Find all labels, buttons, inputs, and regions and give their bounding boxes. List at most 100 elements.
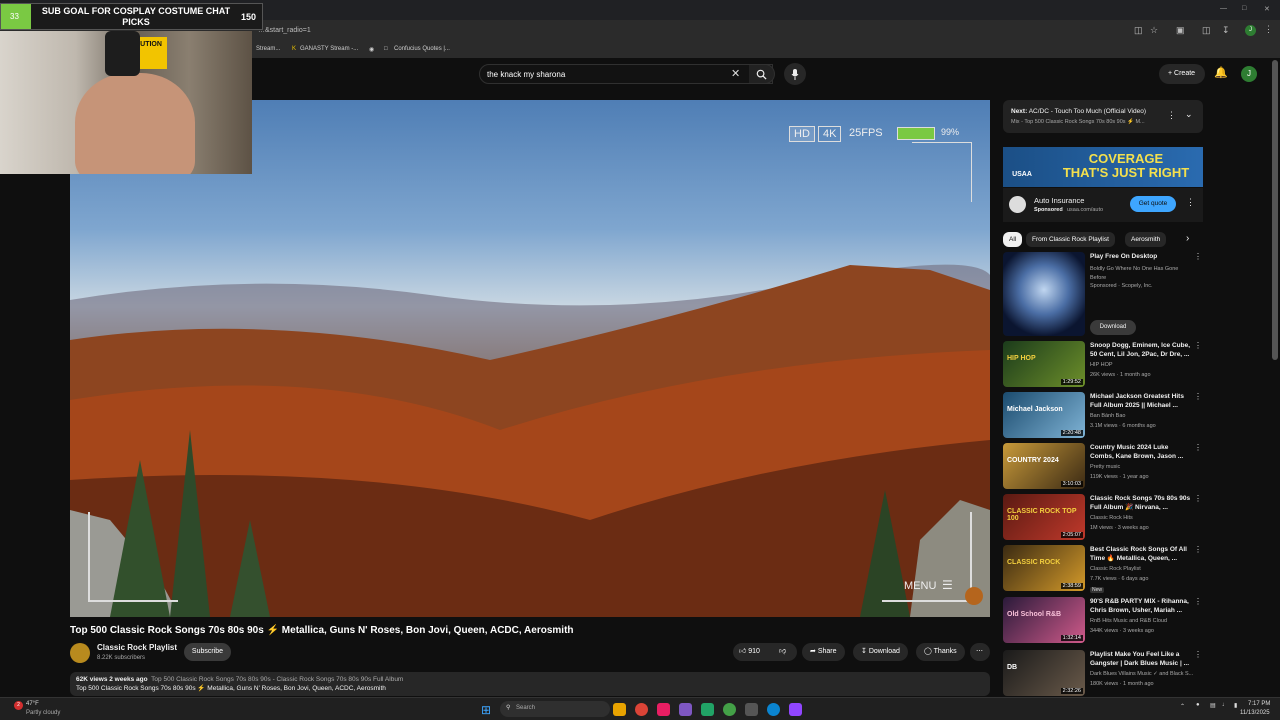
taskbar-search[interactable]: ⚲ Search (500, 701, 610, 717)
weather-temp[interactable]: 47°F (26, 701, 39, 707)
next-up-box[interactable]: Next: AC/DC - Touch Too Much (Official V… (1003, 100, 1203, 133)
more-icon[interactable]: ⋮ (1194, 341, 1202, 350)
app-icon[interactable] (679, 703, 692, 716)
thanks-button[interactable]: ◯ Thanks (916, 643, 965, 661)
duration-badge: 2:05:07 (1060, 532, 1083, 538)
star-icon[interactable]: ☆ (1150, 25, 1158, 36)
list-item[interactable]: Play Free On Desktop Boldly Go Where No … (1003, 252, 1203, 338)
description-box[interactable]: 62K views 2 weeks ago Top 500 Classic Ro… (70, 672, 990, 696)
voice-search-button[interactable] (784, 63, 806, 85)
network-icon[interactable]: ▤ (1210, 702, 1216, 709)
tray-chevron-icon[interactable]: ⌃ (1180, 703, 1185, 710)
list-item[interactable]: COUNTRY 2024 3:10:03 Country Music 2024 Lu… (1003, 443, 1203, 491)
download-button[interactable]: Download (1090, 320, 1136, 335)
video-thumbnail[interactable]: CLASSIC ROCK 2:38:59 (1003, 545, 1085, 591)
bookmark-item[interactable]: GANASTY Stream -... (300, 46, 358, 52)
hud-frame-corner (88, 512, 178, 602)
ad-info[interactable]: Auto Insurance Sponsored usaa.com/auto G… (1003, 188, 1203, 222)
chip-from-channel[interactable]: From Classic Rock Playlist (1026, 232, 1115, 247)
next-label: Next: (1011, 108, 1028, 115)
bookmark-item[interactable]: Stream... (256, 46, 280, 52)
excel-icon[interactable] (701, 703, 714, 716)
ad-banner[interactable]: USAA COVERAGE THAT'S JUST RIGHT (1003, 147, 1203, 187)
chevron-right-icon[interactable]: › (1186, 233, 1189, 244)
list-item[interactable]: CLASSIC ROCK 2:38:59 Best Classic Rock Son… (1003, 545, 1203, 593)
more-icon[interactable]: ⋮ (1194, 597, 1202, 606)
description-line: Top 500 Classic Rock Songs 70s 80s 90s ⚡… (76, 685, 386, 692)
chrome-icon[interactable] (635, 703, 648, 716)
search-button[interactable] (749, 64, 775, 84)
start-icon[interactable]: ⊞ (481, 703, 491, 717)
twitch-icon[interactable] (789, 703, 802, 716)
dislike-button[interactable]: 👎︎ (773, 643, 797, 661)
video-thumbnail[interactable]: CLASSIC ROCK TOP 100 2:05:07 (1003, 494, 1085, 540)
chip-aerosmith[interactable]: Aerosmith (1125, 232, 1167, 247)
video-thumbnail[interactable]: Old School R&B 1:32:14 (1003, 597, 1085, 643)
subscribe-button[interactable]: Subscribe (184, 643, 231, 661)
more-icon[interactable]: ⋮ (1194, 494, 1202, 503)
list-item[interactable]: HIP HOP 1:29:52 Snoop Dogg, Eminem, Ice Cu… (1003, 341, 1203, 389)
volume-icon[interactable]: ♩ (1222, 702, 1228, 708)
video-thumbnail[interactable]: HIP HOP 1:29:52 (1003, 341, 1085, 387)
next-menu-icon[interactable]: ⋮ (1167, 110, 1176, 121)
more-icon[interactable]: ⋮ (1194, 392, 1202, 401)
get-quote-button[interactable]: Get quote (1130, 196, 1176, 212)
channel-watermark[interactable] (965, 587, 983, 605)
more-icon[interactable]: ⋮ (1194, 650, 1202, 659)
rec-channel: RnB Hits Music and R&B Cloud (1090, 618, 1168, 624)
download-button[interactable]: ↧ Download (853, 643, 908, 661)
thumbnail-text: CLASSIC ROCK (1007, 559, 1061, 566)
like-count: 910 (748, 648, 760, 655)
extensions-icon[interactable]: ▣ (1176, 25, 1185, 36)
maximize-icon[interactable]: □ (1242, 5, 1246, 12)
search-input[interactable]: the knack my sharona (479, 64, 773, 84)
rec-channel: Classic Rock Hits (1090, 515, 1133, 521)
app-icon[interactable] (723, 703, 736, 716)
account-avatar[interactable]: J (1241, 66, 1257, 82)
battery-tray-icon[interactable]: ▮ (1234, 702, 1237, 709)
rec-meta: 3.1M views · 6 months ago (1090, 423, 1156, 429)
video-thumbnail[interactable]: Michael Jackson 2:20:48 (1003, 392, 1085, 438)
app-icon[interactable] (657, 703, 670, 716)
ad-menu-icon[interactable]: ⋮ (1186, 197, 1195, 208)
list-item[interactable]: Michael Jackson 2:20:48 Michael Jackson Gr… (1003, 392, 1203, 440)
sidebar-icon[interactable]: ◫ (1202, 25, 1211, 36)
list-item[interactable]: CLASSIC ROCK TOP 100 2:05:07 Classic Rock … (1003, 494, 1203, 542)
minimize-icon[interactable]: — (1220, 5, 1227, 12)
browser-menu-icon[interactable]: ⋮ (1264, 24, 1273, 35)
clear-search-icon[interactable]: ✕ (731, 67, 740, 80)
chip-all[interactable]: All (1003, 232, 1023, 247)
close-window-icon[interactable]: ✕ (1264, 5, 1270, 13)
microphone-icon[interactable]: ● (1196, 702, 1200, 708)
list-item[interactable]: DB 2:32:26 Playlist Make You Feel Like a G… (1003, 650, 1203, 698)
video-player[interactable]: HD 4K 25FPS 99% MENU ☰ (70, 100, 990, 617)
video-thumbnail[interactable]: DB 2:32:26 (1003, 650, 1085, 696)
notifications-bell-icon[interactable]: 🔔 (1214, 66, 1228, 79)
more-actions-button[interactable]: ⋯ (970, 643, 990, 661)
clock-time[interactable]: 7:17 PM (1248, 701, 1270, 707)
more-icon[interactable]: ⋮ (1194, 252, 1202, 261)
more-icon[interactable]: ⋮ (1194, 545, 1202, 554)
video-thumbnail[interactable]: COUNTRY 2024 3:10:03 (1003, 443, 1085, 489)
channel-name[interactable]: Classic Rock Playlist (97, 643, 177, 652)
download-icon[interactable]: ↧ (1222, 25, 1230, 36)
scrollbar[interactable] (1272, 60, 1278, 360)
app-icon[interactable] (745, 703, 758, 716)
channel-avatar[interactable] (70, 643, 90, 663)
profile-icon[interactable]: J (1245, 25, 1256, 36)
edge-icon[interactable] (767, 703, 780, 716)
create-button[interactable]: + Create (1159, 64, 1205, 84)
bookmark-item[interactable]: Confucius Quotes |... (394, 46, 450, 52)
download-label: Download (868, 648, 900, 655)
like-button[interactable]: 👍︎ 910 (733, 643, 773, 661)
more-icon[interactable]: ⋮ (1194, 443, 1202, 452)
list-item[interactable]: Old School R&B 1:32:14 90'S R&B PARTY MIX … (1003, 597, 1203, 645)
hud-fps: 25FPS (849, 127, 883, 139)
video-thumbnail[interactable] (1003, 252, 1085, 336)
chevron-down-icon[interactable]: ⌄ (1185, 109, 1193, 120)
hud-frame-corner (912, 142, 972, 202)
cast-icon[interactable]: ◫ (1134, 25, 1143, 36)
rec-title: Classic Rock Songs 70s 80s 90s Full Albu… (1090, 495, 1191, 511)
share-button[interactable]: ➦ Share (802, 643, 845, 661)
file-explorer-icon[interactable] (613, 703, 626, 716)
